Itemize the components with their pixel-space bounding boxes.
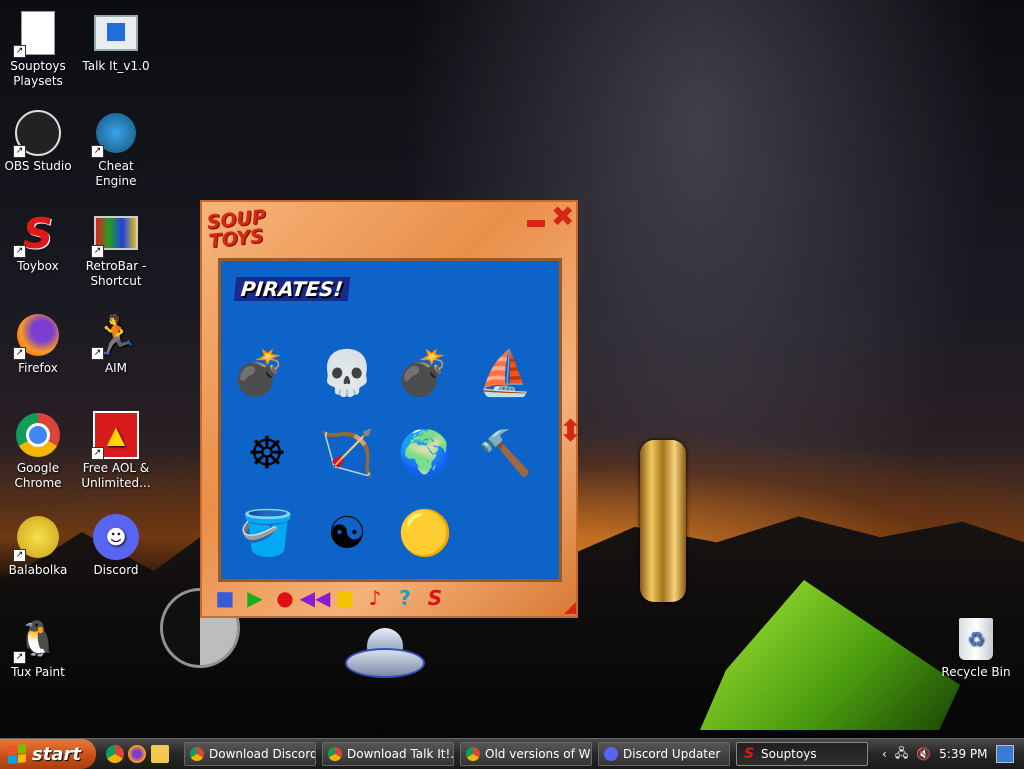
music-note-icon[interactable]: ♪ bbox=[362, 586, 388, 610]
gold-coin-toy[interactable]: 🟡 bbox=[393, 501, 457, 565]
rewind-icon[interactable]: ◀◀ bbox=[300, 586, 331, 610]
balabolka-icon: ↗ bbox=[13, 514, 61, 562]
resize-arrow-icon[interactable]: ⬍ bbox=[558, 417, 583, 477]
chrome-icon bbox=[328, 747, 342, 761]
windows-flag-icon bbox=[8, 744, 26, 764]
desktop-icon-label: Free AOL & Unlimited... bbox=[81, 461, 151, 490]
desktop-icon-label: Google Chrome bbox=[14, 461, 62, 490]
system-tray: ‹ 🖧 🔇 5:39 PM bbox=[874, 739, 1024, 769]
app-window-icon bbox=[93, 10, 139, 56]
padlock-toy[interactable] bbox=[640, 440, 686, 602]
pirate-ship-toy[interactable]: ⛵ bbox=[473, 341, 537, 405]
buckets-toy[interactable]: 🪣 bbox=[235, 501, 299, 565]
taskbar-item[interactable]: Download Talk It!... bbox=[322, 742, 454, 766]
start-button[interactable]: start bbox=[0, 739, 96, 769]
close-button[interactable]: ✖ bbox=[551, 203, 574, 231]
mallet-toy[interactable]: 🔨 bbox=[473, 421, 537, 485]
desktop-icon-tux-paint[interactable]: 🐧 ↗ Tux Paint bbox=[0, 616, 76, 680]
discord-icon: ☻ bbox=[93, 514, 139, 560]
desktop-icon-aim[interactable]: 🏃 ↗ AIM bbox=[78, 312, 154, 376]
desktop-icon-talk-it[interactable]: Talk It_v1.0 bbox=[78, 10, 154, 74]
aim-running-man-icon: 🏃 ↗ bbox=[91, 312, 140, 360]
network-icon[interactable]: 🖧 bbox=[895, 744, 908, 765]
cheat-engine-icon: ↗ bbox=[91, 110, 139, 158]
taskbar-item[interactable]: Download Discord... bbox=[184, 742, 316, 766]
souptoys-window[interactable]: SOUP TOYS ✖ PIRATES! 💣 💀 💣 ⛵ ☸ 🏹 🌍 🔨 🪣 ☯… bbox=[200, 200, 583, 618]
souptoys-s-icon: S ↗ bbox=[13, 210, 61, 258]
play-icon[interactable]: ▶ bbox=[242, 586, 268, 610]
notification-icon[interactable] bbox=[995, 745, 1014, 763]
chrome-icon bbox=[15, 412, 61, 458]
desktop-icon-label: AIM bbox=[104, 361, 128, 375]
desktop-icon-retrobar[interactable]: ↗ RetroBar - Shortcut bbox=[78, 210, 154, 289]
desktop-icon-obs-studio[interactable]: ↗ OBS Studio bbox=[0, 110, 76, 174]
desktop-icon-aol[interactable]: ▲ ↗ Free AOL & Unlimited... bbox=[78, 411, 154, 491]
desktop-icon-toybox[interactable]: S ↗ Toybox bbox=[0, 210, 76, 274]
desktop-icon-balabolka[interactable]: ↗ Balabolka bbox=[0, 514, 76, 578]
clock[interactable]: 5:39 PM bbox=[939, 747, 987, 761]
quicklaunch-chrome-icon[interactable] bbox=[106, 745, 124, 763]
minimize-button[interactable] bbox=[527, 220, 545, 227]
desktop-icon-google-chrome[interactable]: Google Chrome bbox=[0, 412, 76, 491]
resize-grip-icon[interactable] bbox=[564, 602, 576, 614]
taskbar: start Download Discord... Download Talk … bbox=[0, 738, 1024, 769]
chrome-icon bbox=[466, 747, 480, 761]
aol-icon: ▲ ↗ bbox=[91, 411, 139, 460]
discord-icon bbox=[604, 747, 618, 761]
taskbar-item[interactable]: Discord Updater bbox=[598, 742, 730, 766]
catapult-toy[interactable]: 🏹 bbox=[315, 421, 379, 485]
quicklaunch-folder-icon[interactable] bbox=[151, 745, 169, 763]
desktop-icon-label: RetroBar - Shortcut bbox=[85, 259, 147, 288]
firefox-icon: ↗ bbox=[13, 312, 61, 360]
cannon-red-toy[interactable]: 💣 bbox=[227, 341, 291, 405]
taskbar-item[interactable]: Old versions of Wi... bbox=[460, 742, 592, 766]
souptoys-s-icon: S bbox=[743, 746, 755, 762]
playset-title: PIRATES! bbox=[233, 277, 351, 301]
chevron-left-icon[interactable]: ‹ bbox=[882, 747, 887, 761]
ship-wheel-toy[interactable]: ☸ bbox=[235, 421, 299, 485]
desktop-icon-label: Toybox bbox=[17, 259, 59, 273]
quicklaunch-firefox-icon[interactable] bbox=[128, 745, 146, 763]
obs-icon: ↗ bbox=[13, 110, 61, 158]
desktop-icon-label: OBS Studio bbox=[4, 159, 72, 173]
desktop-icon-cheat-engine[interactable]: ↗ Cheat Engine bbox=[78, 110, 154, 189]
start-label: start bbox=[32, 743, 81, 765]
volume-muted-icon[interactable]: 🔇 bbox=[916, 747, 931, 761]
desktop-icon-label: Recycle Bin bbox=[941, 665, 1011, 679]
help-icon[interactable]: ? bbox=[392, 586, 418, 610]
tux-paint-icon: 🐧 ↗ bbox=[13, 616, 61, 664]
souptoys-s-icon[interactable]: S bbox=[422, 586, 448, 610]
desktop-icon-souptoys-playsets[interactable]: ↗ Souptoys Playsets bbox=[0, 10, 76, 89]
desktop-icon-label: Balabolka bbox=[8, 563, 68, 577]
document-icon: ↗ bbox=[13, 10, 61, 58]
square-icon[interactable]: ■ bbox=[332, 586, 358, 610]
chrome-icon bbox=[190, 747, 204, 761]
yin-yang-toy[interactable]: ☯ bbox=[315, 501, 379, 565]
stop-icon[interactable]: ■ bbox=[212, 586, 238, 610]
desktop-icon-discord[interactable]: ☻ Discord bbox=[78, 514, 154, 578]
ufo-toy[interactable] bbox=[345, 626, 425, 682]
desktop-icon-label: Talk It_v1.0 bbox=[82, 59, 150, 73]
cannon-green-toy[interactable]: 💣 bbox=[391, 341, 455, 405]
desktop-icon-firefox[interactable]: ↗ Firefox bbox=[0, 312, 76, 376]
desktop-icon-label: Firefox bbox=[18, 361, 58, 375]
desktop-icon-recycle-bin[interactable]: ♻ Recycle Bin bbox=[938, 616, 1014, 680]
desktop-icon-label: Souptoys Playsets bbox=[10, 59, 66, 88]
desktop-icon-label: Discord bbox=[93, 563, 139, 577]
record-icon[interactable]: ● bbox=[272, 586, 298, 610]
recycle-bin-icon: ♻ bbox=[953, 616, 999, 662]
playset-panel: PIRATES! 💣 💀 💣 ⛵ ☸ 🏹 🌍 🔨 🪣 ☯ 🟡 bbox=[218, 258, 562, 582]
retrobar-icon: ↗ bbox=[91, 210, 139, 258]
skull-toy[interactable]: 💀 bbox=[315, 341, 379, 405]
globe-toy[interactable]: 🌍 bbox=[393, 421, 457, 485]
souptoys-logo: SOUP TOYS bbox=[205, 205, 267, 253]
taskbar-item-active[interactable]: S Souptoys bbox=[736, 742, 868, 766]
desktop-icon-label: Tux Paint bbox=[11, 665, 65, 679]
souptoys-toolbar: ■ ▶ ● ◀◀ ■ ♪ ? S bbox=[212, 586, 448, 610]
desktop-icon-label: Cheat Engine bbox=[95, 159, 137, 188]
